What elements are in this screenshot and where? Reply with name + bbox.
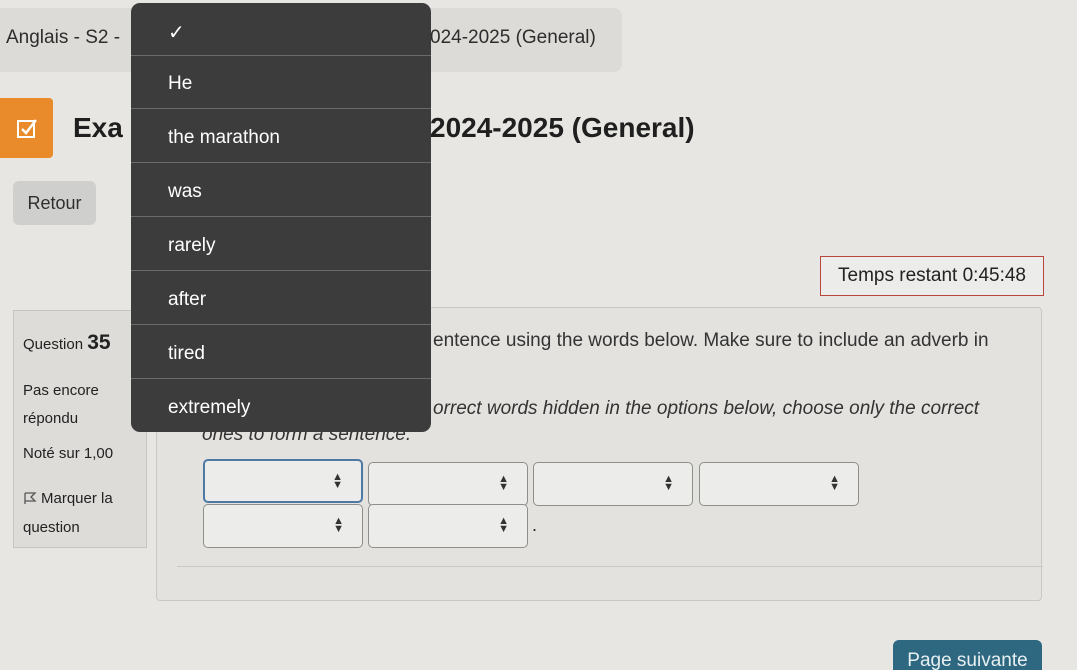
question-text-line-2: orrect words hidden in the options below… (433, 398, 980, 419)
word-select-3[interactable]: ▲ ▼ (533, 462, 693, 506)
word-select-6[interactable]: ▲ ▼ (368, 504, 528, 548)
divider (177, 566, 1043, 567)
page-title-continued: 2024-2025 (General) (430, 112, 695, 143)
dropdown-option-label[interactable]: rarely (168, 235, 216, 257)
select-dropdown-menu[interactable]: ✓ He the marathon was rarely after tired… (131, 3, 431, 432)
dropdown-option-label[interactable]: He (168, 73, 192, 95)
question-grade: Noté sur 1,00 (23, 445, 114, 462)
back-button[interactable]: Retour (13, 181, 96, 225)
question-label: Question (23, 336, 84, 353)
word-select-1[interactable]: ▲ ▼ (203, 459, 363, 503)
breadcrumb-continued[interactable]: 024-2025 (General) (430, 27, 596, 49)
dropdown-option-label[interactable]: extremely (168, 397, 250, 419)
select-arrows-icon: ▲ ▼ (333, 515, 344, 535)
word-select-5[interactable]: ▲ ▼ (203, 504, 363, 548)
quiz-icon (0, 98, 53, 158)
select-arrows-icon: ▲ ▼ (498, 473, 509, 493)
page-title: Exa (73, 112, 123, 143)
next-page-button[interactable]: Page suivante (893, 640, 1042, 670)
question-number-label: Question 35 (23, 331, 111, 355)
dropdown-option-label[interactable]: tired (168, 343, 205, 365)
dropdown-option[interactable]: rarely (131, 218, 431, 271)
dropdown-option[interactable]: was (131, 164, 431, 217)
dropdown-option-empty[interactable]: ✓ (131, 3, 431, 56)
dropdown-option[interactable]: the marathon (131, 110, 431, 163)
timer-display: Temps restant 0:45:48 (820, 256, 1044, 296)
dropdown-option[interactable]: extremely (131, 380, 431, 432)
breadcrumb[interactable]: Anglais - S2 - (6, 27, 120, 49)
word-select-2[interactable]: ▲ ▼ (368, 462, 528, 506)
select-arrows-icon: ▲ ▼ (663, 473, 674, 493)
dropdown-option[interactable]: tired (131, 326, 431, 379)
word-select-4[interactable]: ▲ ▼ (699, 462, 859, 506)
dropdown-option[interactable]: after (131, 272, 431, 325)
answer-status: Pas encore répondu (23, 382, 99, 427)
select-arrows-icon: ▲ ▼ (829, 473, 840, 493)
dropdown-option-label[interactable]: was (168, 181, 202, 203)
select-arrows-icon: ▲ ▼ (498, 515, 509, 535)
dropdown-option-label[interactable]: after (168, 289, 206, 311)
question-text-line-1: entence using the words below. Make sure… (433, 330, 989, 351)
flag-question-link[interactable]: Marquer la question (23, 484, 138, 542)
question-info-panel: Question 35 Pas encore répondu Noté sur … (13, 310, 147, 548)
checkmark-icon: ✓ (168, 22, 185, 44)
sentence-period: . (532, 515, 538, 535)
dropdown-option-label[interactable]: the marathon (168, 127, 280, 149)
dropdown-option[interactable]: He (131, 56, 431, 109)
flag-icon (24, 492, 37, 504)
question-number: 35 (87, 331, 111, 354)
select-arrows-icon: ▲ ▼ (332, 471, 343, 491)
